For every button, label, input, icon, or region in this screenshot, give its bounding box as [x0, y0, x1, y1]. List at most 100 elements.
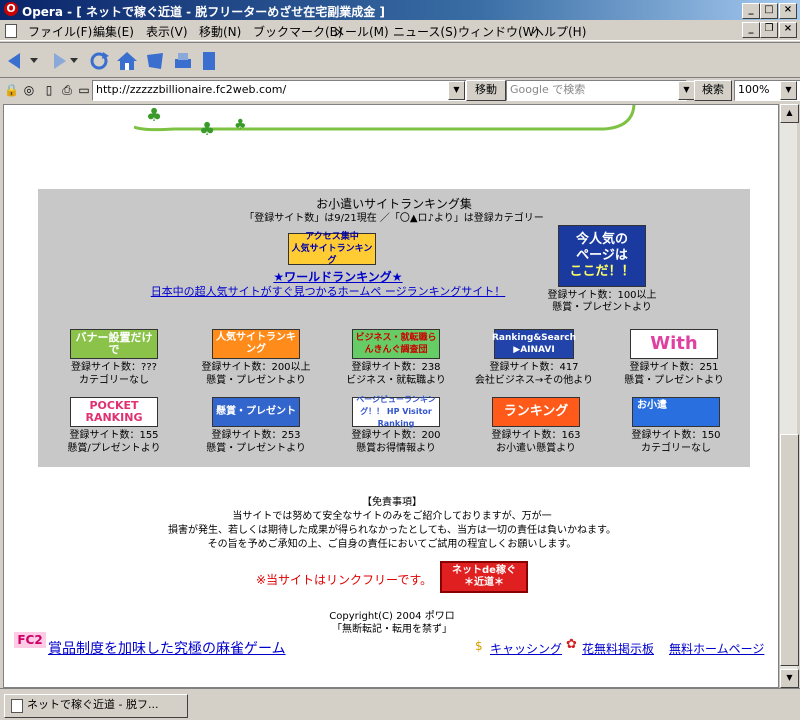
wand-icon[interactable]: ◎ [22, 83, 36, 97]
back-icon[interactable] [4, 48, 30, 74]
home-icon[interactable] [114, 48, 140, 74]
ranking-count: 登録サイト数：253 [211, 430, 301, 441]
site-banner[interactable]: ネットde稼ぐ ＊近道＊ [440, 561, 528, 593]
menu-view[interactable]: 表示(V) [146, 23, 188, 40]
scroll-down-icon[interactable]: ▼ [780, 669, 799, 688]
page-tab-title: ネットで稼ぐ近道 - 脱フ... [27, 698, 159, 711]
ranking-banner[interactable]: 懸賞・プレゼント [212, 397, 300, 427]
search-button[interactable]: 検索 [694, 80, 732, 101]
ranking-count: 登録サイト数：251 [629, 362, 719, 373]
ranking-banner[interactable]: ランキング [492, 397, 580, 427]
page-tab[interactable]: ネットで稼ぐ近道 - 脱フ... [4, 694, 188, 718]
status-bar: ネットで稼ぐ近道 - 脱フ... [0, 688, 800, 720]
ranking-banner[interactable]: Ranking&Search ▶AINAVI [492, 329, 576, 359]
fc2-link-homepage[interactable]: 無料ホームページ [669, 640, 764, 657]
doc-restore-button[interactable]: ❐ [760, 22, 778, 38]
reload-icon[interactable] [86, 48, 112, 74]
fc2-logo[interactable]: FC2 [14, 632, 46, 648]
security-icon[interactable]: 🔒 [4, 83, 19, 97]
doc-close-button[interactable]: × [779, 22, 797, 38]
address-input[interactable]: http://zzzzzbillionaire.fc2web.com/ [92, 80, 469, 101]
fc2-link-board[interactable]: 花無料掲示板 [582, 640, 654, 657]
menu-help[interactable]: ヘルプ(H) [532, 23, 586, 40]
ranking-category: 会社ビジネス→その他より [474, 375, 594, 386]
link-free-text: ※当サイトはリンクフリーです。 [256, 573, 433, 587]
fc2-link-cashing[interactable]: キャッシング [490, 640, 562, 657]
disclaimer-title: 【免責事項】 [362, 497, 422, 508]
forward-dropdown-icon[interactable] [68, 48, 80, 74]
ranking-banner[interactable]: With [630, 329, 718, 359]
back-dropdown-icon[interactable] [28, 48, 40, 74]
menu-bar: ファイル(F) 編集(E) 表示(V) 移動(N) ブックマーク(B) メール(… [0, 20, 800, 41]
print-icon[interactable] [170, 48, 196, 74]
ranking-category: 懸賞・プレゼントより [206, 375, 306, 386]
ranking-banner[interactable]: お小遣 [632, 397, 720, 427]
menu-file[interactable]: ファイル(F) [28, 23, 92, 40]
ranking-category: 懸賞・プレゼントより [624, 375, 724, 386]
clover-icon: ♣ [234, 117, 247, 133]
new-page-icon[interactable]: ▯ [42, 83, 56, 97]
popular-page-banner[interactable]: 今人気の ページは ここだ！！ [558, 225, 646, 287]
address-page-icon: ▭ [78, 83, 90, 97]
fc2-ad-link[interactable]: 賞品制度を加味した究極の麻雀ゲーム [48, 638, 286, 658]
address-toolbar: 🔒 ◎ ▯ ⎙ ▭ http://zzzzzbillionaire.fc2web… [0, 78, 800, 102]
vertical-scrollbar[interactable]: ▲ ▼ [779, 104, 799, 688]
menu-window[interactable]: ウィンドウ(W) [458, 23, 539, 40]
ranking-count: 登録サイト数：??? [71, 362, 157, 373]
hotlist-icon[interactable] [142, 48, 168, 74]
menu-edit[interactable]: 編集(E) [93, 23, 134, 40]
ranking-count: 登録サイト数：163 [491, 430, 581, 441]
search-engine-dropdown-icon[interactable]: ▼ [678, 81, 695, 100]
scroll-thumb[interactable] [780, 434, 799, 666]
ranking-category: 懸賞/プレゼントより [67, 443, 161, 454]
disclaimer-line: 損害が発生、若しくは期待した成果が得られなかったとしても、当方は一切の責任は負い… [168, 525, 616, 536]
ranking-banner[interactable]: ビジネス・就転職らんきんぐ調査団 [352, 329, 440, 359]
ranking-panel: お小遣いサイトランキング集 「登録サイト数」は9/21現在 ／「〇▲ロ♪より」は… [38, 189, 750, 467]
navigation-toolbar [0, 42, 800, 78]
ranking-category: ビジネス・就転職より [346, 375, 446, 386]
ranking-category: カテゴリーなし [641, 443, 711, 454]
print-preview-icon[interactable]: ⎙ [60, 83, 74, 97]
forward-icon[interactable] [44, 48, 70, 74]
ranking-banner[interactable]: バナー設置だけで [70, 329, 158, 359]
ranking-category: 懸賞・プレゼントより [206, 443, 306, 454]
ranking-banner[interactable]: POCKET RANKING [70, 397, 158, 427]
document-icon [5, 24, 17, 38]
window-title: Opera - [ ネットで稼ぐ近道 - 脱フリーターめざせ在宅副業成金 ] [22, 5, 385, 19]
title-bar: O Opera - [ ネットで稼ぐ近道 - 脱フリーターめざせ在宅副業成金 ]… [0, 0, 800, 20]
menu-mail[interactable]: メール(M) [333, 23, 389, 40]
ranking-count: 登録サイト数：150 [631, 430, 721, 441]
ranking-category: カテゴリーなし [79, 375, 149, 386]
opera-logo-icon: O [4, 2, 18, 16]
minimize-button[interactable]: _ [742, 3, 760, 19]
ranking-category: お小遣い懸賞より [496, 443, 576, 454]
zoom-dropdown-icon[interactable]: ▼ [780, 81, 797, 100]
popular-category: 懸賞・プレゼントより [552, 302, 652, 313]
menu-navigate[interactable]: 移動(N) [199, 23, 241, 40]
doc-minimize-button[interactable]: _ [742, 22, 760, 38]
page-viewport: ♣ ♣ ♣ お小遣いサイトランキング集 「登録サイト数」は9/21現在 ／「〇▲… [3, 104, 779, 688]
ranking-banner[interactable]: 人気サイトランキング [212, 329, 300, 359]
search-input[interactable]: Google で検索 [506, 80, 687, 101]
page-tab-icon [11, 699, 23, 713]
menu-news[interactable]: ニュース(S) [393, 23, 457, 40]
copyright-note: 「無断転記・転用を禁ず」 [332, 624, 452, 635]
ranking-count: 登録サイト数：155 [69, 430, 159, 441]
close-button[interactable]: × [779, 3, 797, 19]
ranking-count: 登録サイト数：417 [489, 362, 579, 373]
ranking-banner[interactable]: ページビューランキング！！ HP Visitor Ranking [352, 395, 440, 428]
maximize-button[interactable]: □ [760, 3, 778, 19]
disclaimer-line: 当サイトでは努めて安全なサイトのみをご紹介しておりますが、万が一 [232, 511, 552, 522]
address-dropdown-icon[interactable]: ▼ [448, 81, 465, 100]
scroll-up-icon[interactable]: ▲ [780, 104, 799, 123]
clover-icon: ♣ [146, 105, 163, 126]
disclaimer-line: その旨を予めご承知の上、ご自身の責任においてご試用の程宜しくお願いします。 [207, 539, 577, 550]
go-button[interactable]: 移動 [466, 80, 506, 101]
world-ranking-desc[interactable]: 日本中の超人気サイトがすぐ見つかるホームペ ージランキングサイト！ [98, 283, 558, 299]
page-icon[interactable] [196, 48, 222, 74]
world-ranking-banner[interactable]: アクセス集中 人気サイトランキング [288, 232, 376, 266]
ranking-category: 懸賞お得情報より [356, 443, 436, 454]
menu-bookmarks[interactable]: ブックマーク(B) [253, 23, 343, 40]
ranking-count: 登録サイト数：200以上 [201, 362, 311, 373]
ranking-subheading: 「登録サイト数」は9/21現在 ／「〇▲ロ♪より」は登録カテゴリー [244, 213, 544, 224]
